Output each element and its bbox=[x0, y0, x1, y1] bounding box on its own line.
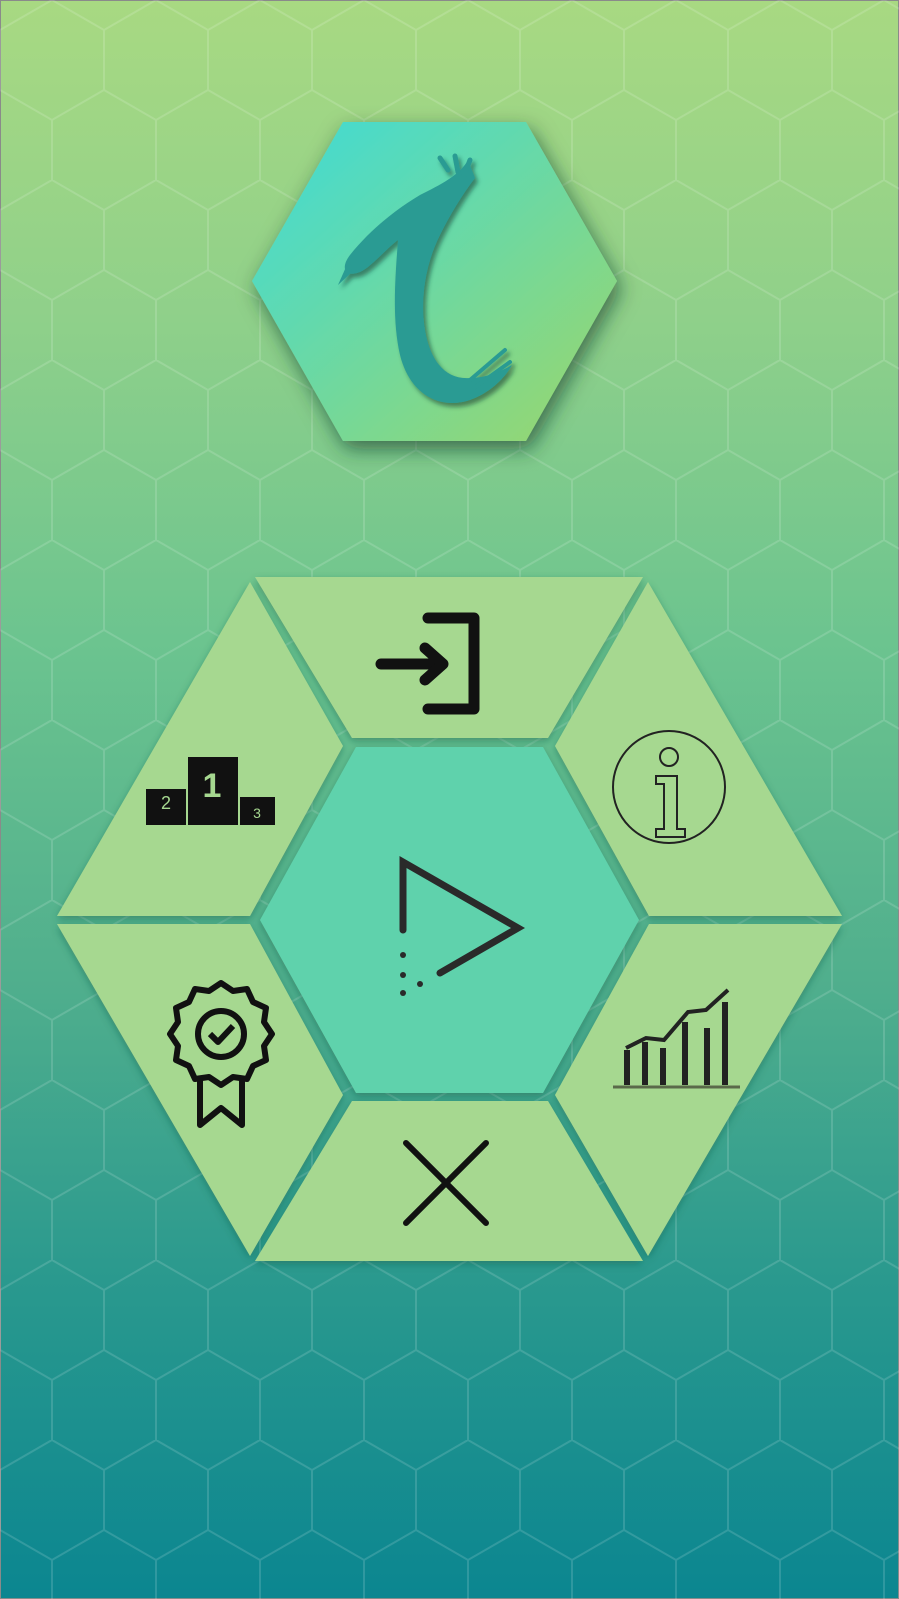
game-menu-stage: 1 2 3 bbox=[0, 0, 899, 1599]
podium-first-label: 1 bbox=[203, 767, 222, 805]
podium-second-label: 2 bbox=[161, 793, 171, 813]
podium-third-label: 3 bbox=[253, 805, 261, 821]
